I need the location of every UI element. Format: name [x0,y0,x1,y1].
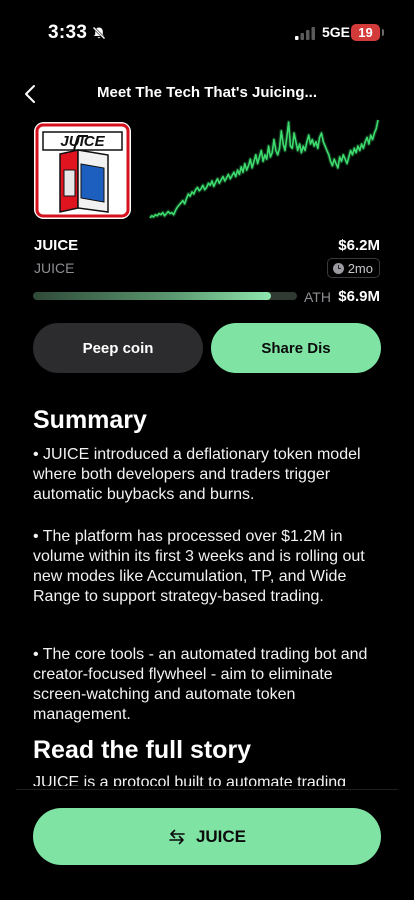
page-title: Meet The Tech That's Juicing... [97,84,317,101]
market-cap: $6.2M [338,237,380,254]
age-value: 2mo [347,260,373,276]
summary-point: • The core tools - an automated trading … [33,646,368,723]
summary-heading: Summary [33,406,147,434]
share-button[interactable]: Share Dis [211,323,381,373]
chevron-left-icon [25,85,35,103]
ath-progress-bar [33,292,297,300]
coin-ticker: JUICE [34,260,75,276]
header: Meet The Tech That's Juicing... [0,74,414,114]
status-time: 3:33 [48,22,88,43]
signal-icon [295,27,315,40]
ath-value: $6.9M [338,288,380,305]
bell-off-icon [92,26,106,40]
trade-juice-label: JUICE [195,826,247,846]
coin-name: JUICE [34,237,79,254]
ath-progress-fill [33,292,271,300]
full-story-heading: Read the full story [33,736,252,764]
network-type: 5GE [322,24,351,40]
age-badge: 2mo [326,258,380,278]
coin-logo: JUICE [34,122,131,219]
divider [16,789,398,790]
trade-juice-button[interactable]: JUICE [33,808,381,865]
clock-icon [332,262,344,274]
status-bar: 3:33 5GE 19 [0,0,414,64]
price-chart [148,119,380,220]
summary-point: • JUICE introduced a deflationary token … [33,446,361,503]
price-line [149,119,379,219]
battery-indicator: 19 [351,24,384,41]
back-button[interactable] [18,80,42,108]
peep-coin-button[interactable]: Peep coin [33,323,203,373]
swap-arrows-icon [169,829,185,844]
summary-point: • The platform has processed over $1.2M … [33,528,365,605]
ath-label: ATH [304,289,331,305]
